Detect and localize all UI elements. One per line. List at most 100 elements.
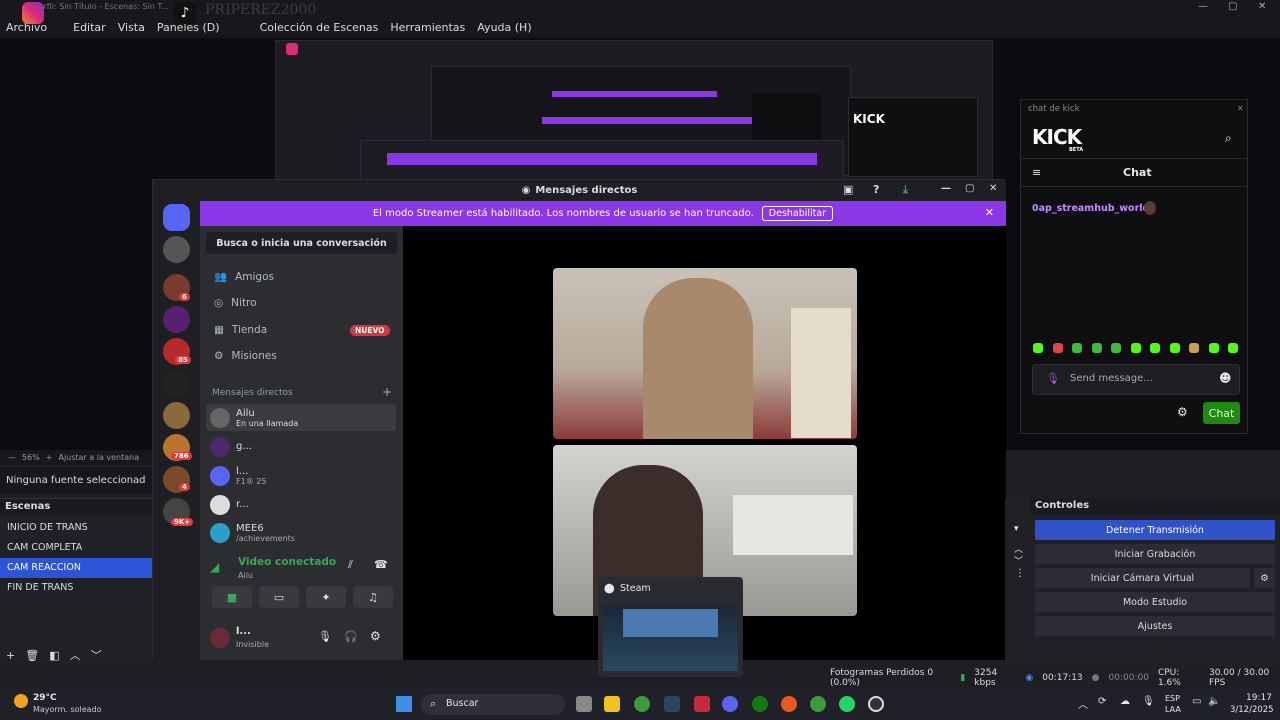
server-icon[interactable] <box>163 236 190 263</box>
emoji-icon[interactable]: ☻ <box>1219 371 1232 385</box>
add-dm-icon[interactable]: + <box>382 385 392 399</box>
settings-icon[interactable]: ⚙ <box>1177 405 1188 419</box>
settings-icon[interactable]: ⚙ <box>370 629 381 643</box>
dm-item[interactable]: r... <box>206 491 396 518</box>
collapse-icon[interactable]: ≡ <box>1032 166 1041 179</box>
keyboard-layout[interactable]: LAA <box>1165 705 1181 714</box>
tray-expand-icon[interactable]: ︿ <box>1078 696 1088 711</box>
more-icon[interactable]: ⋮ <box>1015 568 1025 579</box>
minimize-icon[interactable]: — <box>941 183 951 194</box>
stop-stream-button[interactable]: Detener Transmisión <box>1035 520 1275 540</box>
close-icon[interactable]: ✕ <box>1237 104 1244 113</box>
emote-icon[interactable] <box>1130 343 1141 353</box>
clock-date[interactable]: 3/12/2025 <box>1230 705 1274 715</box>
server-icon[interactable] <box>163 402 190 429</box>
message-username[interactable]: 0ap_streamhub_world: <box>1032 203 1153 214</box>
sync-icon[interactable]: ⟳ <box>1098 696 1106 707</box>
chat-send-button[interactable]: Chat <box>1203 402 1240 424</box>
scene-item[interactable]: FIN DE TRANS <box>0 578 152 598</box>
server-icon[interactable] <box>163 306 190 333</box>
zoom-out-icon[interactable]: — <box>8 453 16 462</box>
scene-item[interactable]: CAM COMPLETA <box>0 538 152 558</box>
video-tile-top[interactable] <box>553 268 857 439</box>
steam-icon[interactable] <box>664 696 680 712</box>
close-icon[interactable]: ✕ <box>1258 1 1266 12</box>
emote-icon[interactable] <box>1169 343 1180 353</box>
windows-start-icon[interactable] <box>396 696 412 712</box>
filter-icon[interactable]: ◧ <box>49 649 59 662</box>
dm-item[interactable]: g... <box>206 433 396 460</box>
delete-scene-icon[interactable]: 🗑 <box>25 649 39 662</box>
help-icon[interactable]: ? <box>873 183 879 196</box>
language-code[interactable]: ESP <box>1165 694 1180 703</box>
minimize-icon[interactable]: — <box>1198 1 1208 12</box>
app-icon[interactable] <box>694 696 710 712</box>
cloud-icon[interactable]: ☁ <box>1120 696 1130 707</box>
noise-suppression-icon[interactable]: ⫽ <box>348 558 353 572</box>
xbox-icon[interactable] <box>752 696 768 712</box>
menu-ayuda[interactable]: Ayuda (H) <box>471 21 537 34</box>
discord-icon[interactable] <box>722 696 738 712</box>
home-button[interactable] <box>163 204 190 231</box>
weather-desc[interactable]: Mayorm. soleado <box>33 705 102 714</box>
emote-icon[interactable] <box>1091 343 1102 353</box>
dm-item[interactable]: MEE6/achievements <box>206 519 396 546</box>
emote-icon[interactable] <box>1033 343 1043 353</box>
menu-editar[interactable]: Editar <box>67 21 112 34</box>
menu-coleccion[interactable]: Colección de Escenas <box>254 21 385 34</box>
app-icon[interactable] <box>781 696 797 712</box>
emote-icon[interactable] <box>1111 343 1121 353</box>
nav-amigos[interactable]: 👥 Amigos <box>214 270 274 284</box>
network-icon[interactable]: ▭ <box>1192 696 1201 707</box>
download-icon[interactable]: ⤓ <box>903 183 908 197</box>
maximize-icon[interactable]: ▢ <box>1228 1 1237 12</box>
emote-icon[interactable] <box>1150 343 1160 353</box>
taskbar-search[interactable]: ⌕ Buscar <box>421 694 565 715</box>
microphone-icon[interactable]: 🎙 <box>318 630 332 643</box>
chrome-icon[interactable] <box>634 696 650 712</box>
nav-tienda[interactable]: ▦ Tienda <box>214 324 267 336</box>
maximize-icon[interactable]: ▢ <box>965 183 974 194</box>
screen-share-button[interactable]: ▭ <box>259 586 299 608</box>
whatsapp-icon[interactable] <box>839 696 855 712</box>
dm-item[interactable]: l... F1® 25 <box>206 462 396 489</box>
emote-icon[interactable] <box>1208 343 1219 353</box>
menu-vista[interactable]: Vista <box>112 21 151 34</box>
emote-icon[interactable] <box>1189 343 1199 353</box>
kick-chat-window[interactable]: chat de kick ✕ KICK BETA ⌕ ≡ Chat 0ap_st… <box>1020 99 1249 434</box>
scene-item-selected[interactable]: CAM REACCION <box>0 558 152 578</box>
close-icon[interactable]: ✕ <box>989 183 997 194</box>
fit-label[interactable]: Ajustar a la ventana <box>58 453 139 462</box>
close-banner-icon[interactable]: ✕ <box>985 206 994 219</box>
emote-icon[interactable] <box>1052 343 1063 353</box>
emote-icon[interactable] <box>1072 343 1082 353</box>
task-view-icon[interactable] <box>576 696 592 712</box>
chevron-down-icon[interactable]: ﹀ <box>1014 554 1023 567</box>
search-conversation-button[interactable]: Busca o inicia una conversación <box>206 232 397 254</box>
message-input[interactable]: 🎙 Send message... ☻ <box>1032 364 1240 395</box>
steam-taskbar-preview[interactable]: ⬤ Steam <box>598 577 743 677</box>
disable-streamer-button[interactable]: Deshabilitar <box>761 206 834 221</box>
headphones-icon[interactable]: 🎧 <box>344 630 358 643</box>
inbox-icon[interactable]: ▣ <box>843 183 853 196</box>
scene-item[interactable]: INICIO DE TRANS <box>0 518 152 538</box>
volume-icon[interactable]: 🔈 <box>1208 696 1220 707</box>
dm-item[interactable]: Ailu En una llamada <box>206 404 396 431</box>
file-explorer-icon[interactable] <box>604 696 620 712</box>
dropdown-icon[interactable]: ▾ <box>1014 524 1019 534</box>
soundboard-button[interactable]: ♫ <box>353 586 393 608</box>
settings-button[interactable]: Ajustes <box>1035 616 1275 636</box>
microphone-icon[interactable]: 🎙 <box>1142 696 1155 707</box>
studio-mode-button[interactable]: Modo Estudio <box>1035 592 1275 612</box>
chrome-icon[interactable] <box>810 696 826 712</box>
obs-icon[interactable] <box>868 696 884 712</box>
move-up-icon[interactable]: ︿ <box>70 647 81 663</box>
move-down-icon[interactable]: ﹀ <box>91 647 102 663</box>
search-icon[interactable]: ⌕ <box>1225 131 1232 146</box>
start-recording-button[interactable]: Iniciar Grabación <box>1035 544 1275 564</box>
nav-nitro[interactable]: ◎ Nitro <box>214 297 257 309</box>
server-icon[interactable] <box>163 370 190 397</box>
add-scene-icon[interactable]: + <box>6 649 15 662</box>
activities-button[interactable]: ✦ <box>306 586 346 608</box>
weather-temp[interactable]: 29°C <box>33 693 57 703</box>
